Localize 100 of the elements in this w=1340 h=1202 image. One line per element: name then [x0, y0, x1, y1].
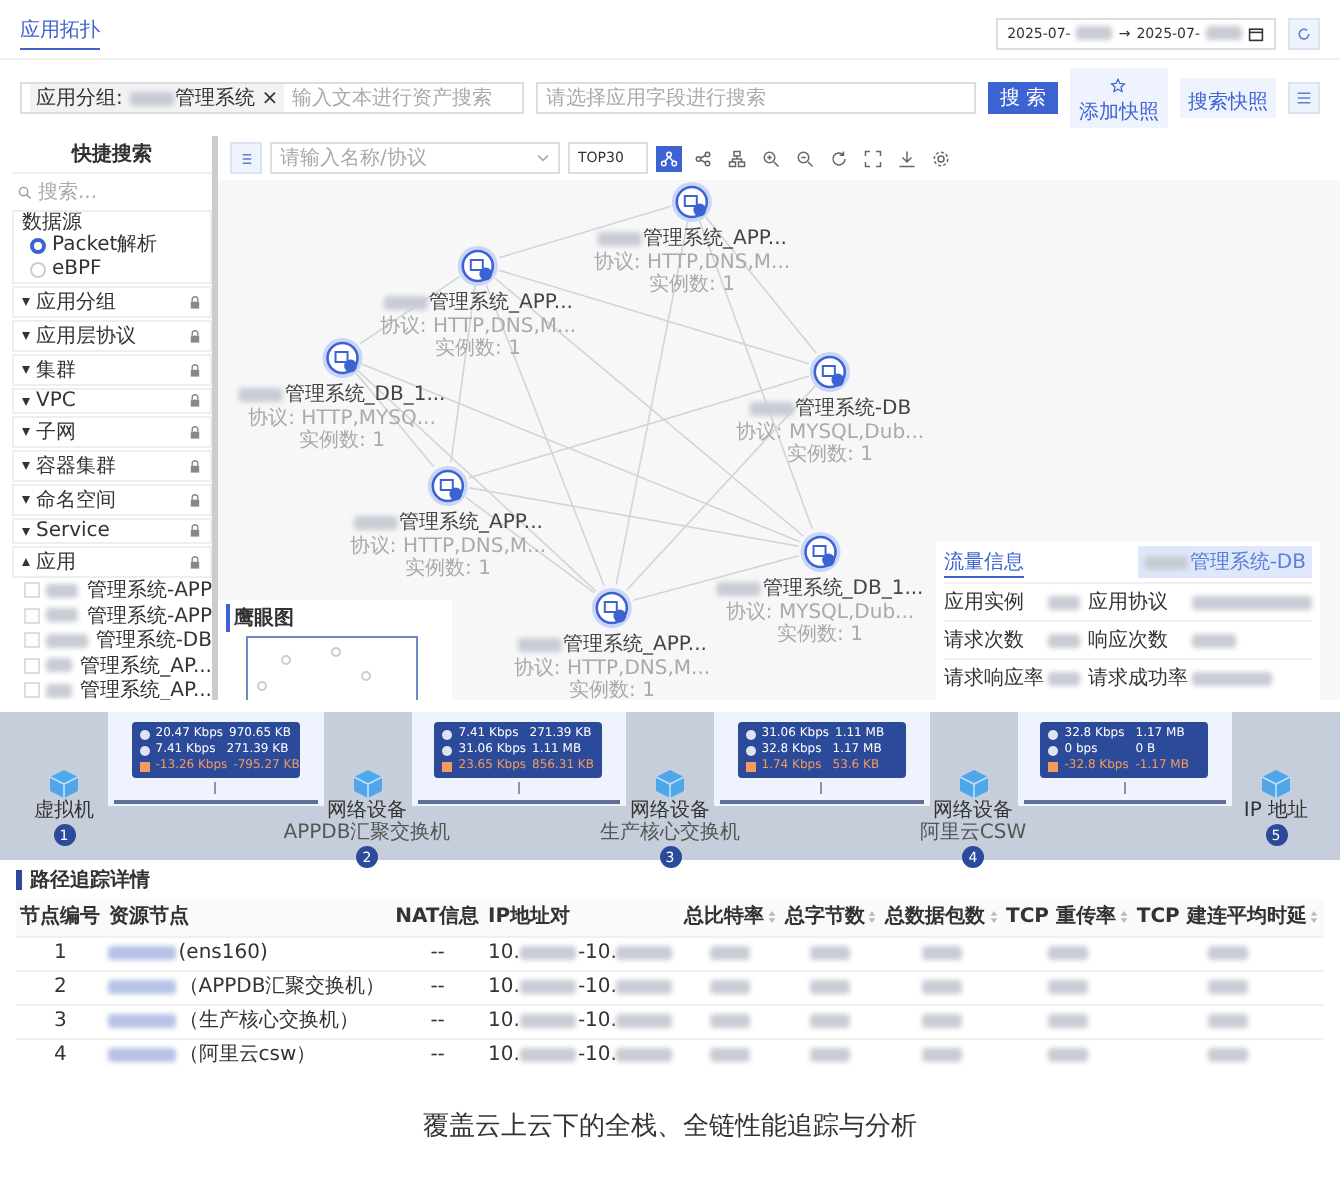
filter-group[interactable]: 应用层协议 — [12, 320, 212, 352]
app-checkbox-item[interactable]: 管理系统-APP — [12, 578, 212, 603]
blurred-text — [810, 979, 851, 994]
info-label: 请求成功率 — [1088, 665, 1190, 692]
filter-group[interactable]: Service — [12, 518, 212, 544]
app-node-icon[interactable] — [456, 244, 500, 288]
filter-group[interactable]: 应用 — [12, 546, 212, 578]
source-radio[interactable]: Packet解析 — [22, 234, 202, 258]
blurred-text — [921, 1013, 962, 1028]
group-label: 子网 — [36, 420, 78, 446]
table-cell: 10. -10. — [484, 937, 681, 971]
inbound-icon — [745, 729, 756, 739]
list-icon — [239, 151, 253, 165]
filter-group[interactable]: 容器集群 — [12, 450, 212, 482]
blurred-text — [1047, 1047, 1088, 1062]
blurred-text — [1192, 595, 1312, 609]
group-header[interactable]: 数据源 — [22, 212, 202, 234]
info-label: 请求次数 — [944, 627, 1026, 654]
filter-group[interactable]: 命名空间 — [12, 484, 212, 516]
column-header[interactable]: TCP 建连平均时延 — [1132, 900, 1324, 937]
hop-type: 网络设备 — [933, 800, 1013, 822]
resource-link[interactable]: （生产核心交换机） — [104, 1005, 392, 1039]
lock-icon — [188, 363, 202, 377]
filter-group[interactable]: VPC — [12, 388, 212, 414]
app-checkbox-item[interactable]: 管理系统-APP — [12, 603, 212, 628]
blurred-text — [810, 1047, 851, 1062]
table-cell: 2 — [16, 971, 105, 1005]
app-node-icon[interactable] — [590, 586, 634, 630]
column-header[interactable]: 总比特率 — [680, 900, 781, 937]
app-node-icon[interactable] — [320, 336, 364, 380]
resource-link[interactable]: （阿里云csw） — [104, 1039, 392, 1072]
column-header: 节点编号 — [16, 900, 105, 937]
group-label: 命名空间 — [36, 487, 118, 514]
snapshots-button[interactable]: 搜索快照 — [1179, 78, 1276, 118]
filter-group[interactable]: 集群 — [12, 354, 212, 386]
lock-icon — [188, 555, 202, 569]
network-layout-icon[interactable] — [656, 145, 682, 171]
column-header: NAT信息 — [391, 900, 485, 937]
node-protocol: 协议: HTTP,DNS,M... — [513, 658, 711, 680]
sort-icon — [989, 909, 998, 924]
add-snapshot-button[interactable]: 添加快照 — [1070, 68, 1168, 128]
filter-chip[interactable]: 应用分组: 管理系统 × — [30, 84, 285, 112]
table-cell: -- — [391, 1039, 485, 1072]
column-header[interactable]: TCP 重传率 — [1002, 900, 1133, 937]
lock-icon — [188, 524, 202, 538]
refresh-button[interactable] — [1288, 17, 1320, 49]
caption: 覆盖云上云下的全栈、全链性能追踪与分析 — [421, 1110, 919, 1144]
search-button[interactable]: 搜 索 — [988, 82, 1059, 114]
inbound-icon — [442, 729, 453, 739]
blurred-text — [1047, 979, 1088, 994]
info-tab[interactable]: 流量信息 — [944, 547, 1024, 577]
blurred-text — [1208, 979, 1249, 994]
fullscreen-icon[interactable] — [860, 145, 886, 171]
asset-search-field[interactable]: 应用分组: 管理系统 × 输入文本进行资产搜索 — [20, 82, 524, 114]
outbound-icon — [745, 745, 756, 755]
group-label: 应用层协议 — [36, 323, 138, 350]
resource-link[interactable]: （APPDB汇聚交换机） — [104, 971, 392, 1005]
node-protocol: 协议: HTTP,MYSQ... — [248, 408, 436, 430]
difference-icon — [139, 761, 150, 771]
search-icon — [18, 185, 32, 199]
filter-group[interactable]: 应用分组 — [12, 286, 212, 318]
app-checkbox-item[interactable]: 管理系统-DB — [12, 628, 212, 653]
list-toggle-button[interactable] — [230, 142, 262, 174]
app-checkbox-item[interactable]: 管理系统_AP... — [12, 653, 212, 678]
resource-link[interactable]: (ens160) — [104, 937, 392, 971]
node-instance-count: 实例数: 1 — [569, 680, 655, 700]
column-header[interactable]: 总字节数 — [780, 900, 882, 937]
app-node-icon[interactable] — [798, 530, 842, 574]
tree-icon[interactable] — [724, 145, 750, 171]
blurred-text — [921, 945, 962, 960]
node-name: 管理系统_APP... — [353, 508, 543, 536]
page-tab[interactable]: 应用拓扑 — [20, 16, 100, 50]
lock-icon — [188, 394, 202, 408]
app-node-icon[interactable] — [426, 464, 470, 508]
node-instance-count: 实例数: 1 — [649, 274, 735, 296]
difference-icon — [1048, 761, 1059, 771]
source-radio[interactable]: eBPF — [22, 258, 202, 282]
difference-icon — [442, 761, 453, 771]
app-node-icon[interactable] — [670, 180, 714, 224]
refresh-icon — [1296, 25, 1312, 41]
inbound-icon — [139, 729, 150, 739]
table-cell: 10. -10. — [484, 971, 681, 1005]
table-cell: 3 — [16, 1005, 105, 1039]
column-header[interactable]: 总数据包数 — [881, 900, 1002, 937]
sort-icon — [1119, 909, 1128, 924]
table-cell: 10. -10. — [484, 1039, 681, 1072]
hop-name: 生产核心交换机 — [600, 822, 740, 844]
info-label: 应用协议 — [1088, 589, 1170, 616]
node-name: 管理系统_APP... — [597, 224, 787, 252]
group-label: 应用分组 — [36, 289, 118, 316]
app-node-icon[interactable] — [808, 350, 852, 394]
node-protocol: 协议: MYSQL,Dub... — [725, 602, 915, 624]
column-header: 资源节点 — [104, 900, 392, 937]
filter-group[interactable]: 子网 — [12, 416, 212, 448]
column-header: IP地址对 — [484, 900, 681, 937]
node-protocol: 协议: HTTP,DNS,M... — [593, 252, 791, 274]
sort-icon — [868, 909, 877, 924]
outbound-icon — [139, 745, 150, 755]
blurred-text — [1192, 671, 1272, 685]
menu-button[interactable] — [1288, 82, 1320, 114]
